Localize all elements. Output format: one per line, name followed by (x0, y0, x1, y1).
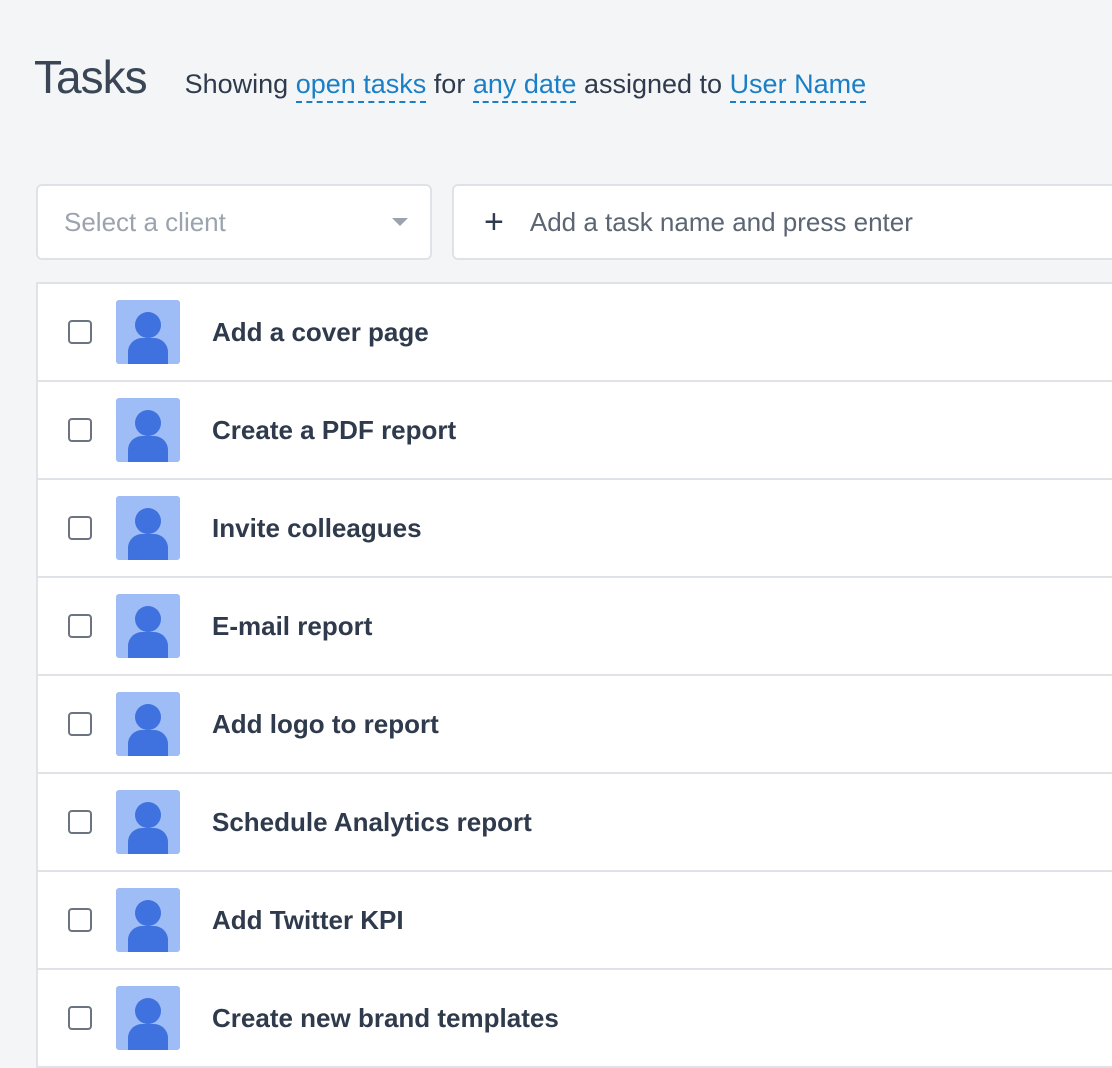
task-name[interactable]: Add a cover page (212, 317, 429, 348)
task-row[interactable]: Add a cover page (38, 284, 1112, 382)
showing-label: Showing (184, 69, 289, 99)
page-header: Tasks Showing open tasks for any date as… (34, 50, 867, 103)
task-checkbox[interactable] (68, 810, 92, 834)
task-checkbox[interactable] (68, 418, 92, 442)
task-name[interactable]: Create a PDF report (212, 415, 456, 446)
task-checkbox[interactable] (68, 516, 92, 540)
user-avatar-icon (116, 888, 180, 952)
status-filter-link[interactable]: open tasks (295, 69, 427, 103)
task-row[interactable]: Add Twitter KPI (38, 872, 1112, 970)
plus-icon: + (484, 203, 504, 241)
task-checkbox[interactable] (68, 1006, 92, 1030)
user-avatar-icon (116, 692, 180, 756)
task-checkbox[interactable] (68, 320, 92, 344)
assigned-to-label: assigned to (583, 69, 723, 99)
chevron-down-icon (392, 218, 408, 226)
task-list: Add a cover page Create a PDF report Invit… (36, 282, 1112, 1068)
user-avatar-icon (116, 398, 180, 462)
task-row[interactable]: Invite colleagues (38, 480, 1112, 578)
client-select[interactable]: Select a client (36, 184, 432, 260)
task-name-input[interactable] (527, 205, 1092, 239)
task-checkbox[interactable] (68, 614, 92, 638)
task-name[interactable]: Create new brand templates (212, 1003, 559, 1034)
user-avatar-icon (116, 496, 180, 560)
task-name[interactable]: Add Twitter KPI (212, 905, 404, 936)
user-avatar-icon (116, 594, 180, 658)
task-checkbox[interactable] (68, 712, 92, 736)
date-filter-link[interactable]: any date (472, 69, 577, 103)
task-name[interactable]: Invite colleagues (212, 513, 422, 544)
task-name[interactable]: Add logo to report (212, 709, 439, 740)
task-name[interactable]: Schedule Analytics report (212, 807, 532, 838)
task-row[interactable]: Create new brand templates (38, 970, 1112, 1068)
page-title: Tasks (34, 51, 148, 103)
task-input-box[interactable]: + (452, 184, 1112, 260)
task-row[interactable]: Schedule Analytics report (38, 774, 1112, 872)
task-row[interactable]: Create a PDF report (38, 382, 1112, 480)
task-controls: Select a client + (36, 184, 1112, 264)
filter-summary: Showing open tasks for any date assigned… (184, 69, 867, 103)
task-row[interactable]: E-mail report (38, 578, 1112, 676)
task-row[interactable]: Add logo to report (38, 676, 1112, 774)
client-select-placeholder: Select a client (64, 206, 226, 237)
user-filter-link[interactable]: User Name (729, 69, 867, 103)
task-checkbox[interactable] (68, 908, 92, 932)
user-avatar-icon (116, 986, 180, 1050)
for-label: for (433, 69, 466, 99)
user-avatar-icon (116, 300, 180, 364)
user-avatar-icon (116, 790, 180, 854)
task-name[interactable]: E-mail report (212, 611, 372, 642)
